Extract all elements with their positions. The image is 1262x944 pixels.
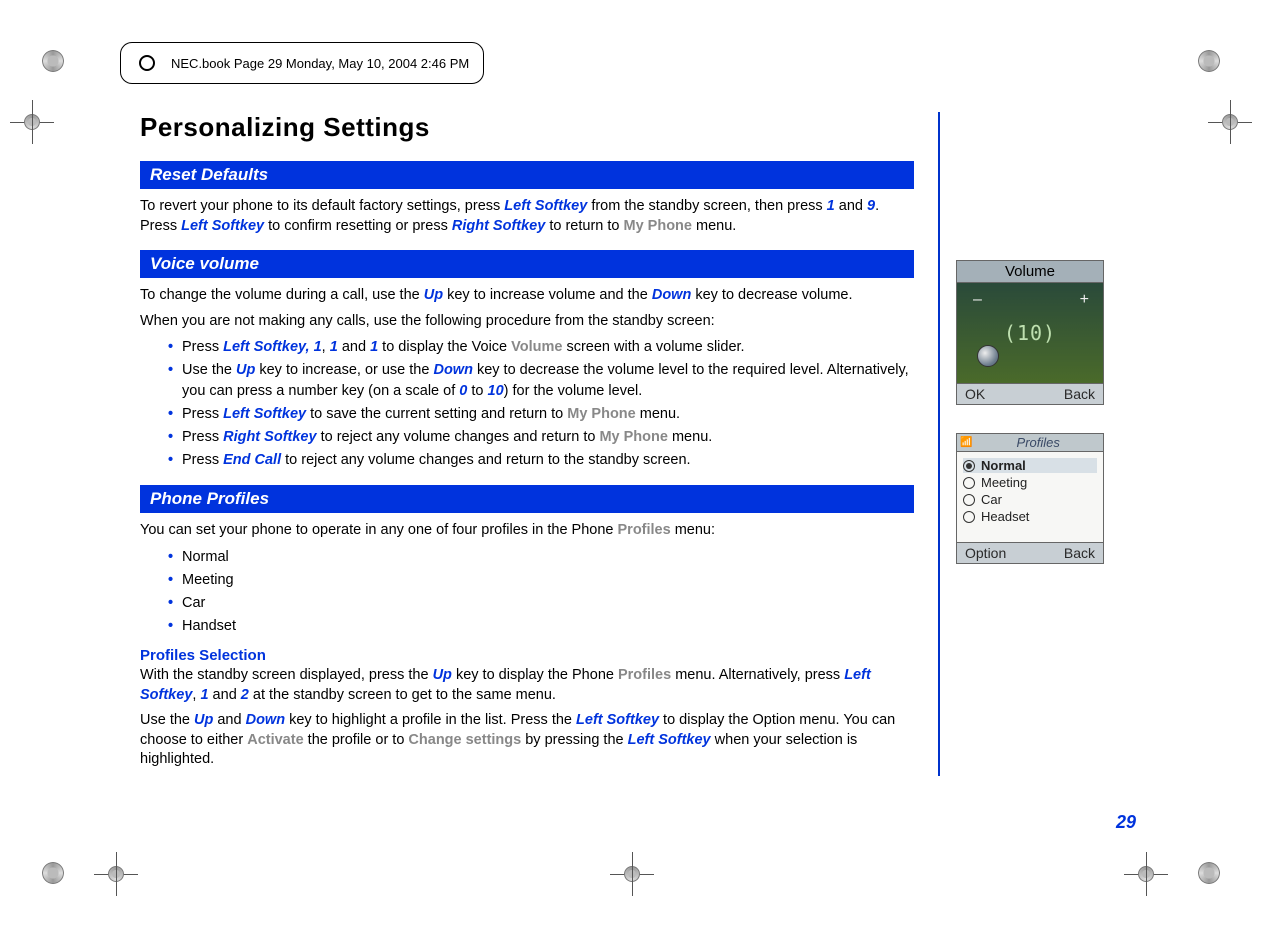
softkey-back: Back (1064, 386, 1095, 402)
voice-p2: When you are not making any calls, use t… (140, 312, 914, 332)
profiles-screenshot: 📶 Profiles Normal Meeting Car Headset Op… (956, 433, 1104, 564)
list-item: Meeting (168, 570, 914, 591)
profile-option: Normal (981, 458, 1026, 473)
list-item: Press End Call to reject any volume chan… (168, 450, 914, 471)
voice-steps-list: Press Left Softkey, 1, 1 and 1 to displa… (168, 337, 914, 471)
page-number: 29 (1116, 812, 1136, 833)
softkey-back: Back (1064, 545, 1095, 561)
framemaker-header: NEC.book Page 29 Monday, May 10, 2004 2:… (120, 42, 484, 84)
list-item: Normal (168, 547, 914, 568)
profiles-p1: You can set your phone to operate in any… (140, 521, 914, 541)
signal-icon: 📶 (960, 437, 972, 448)
profile-option: Car (981, 492, 1002, 507)
profiles-selection-subhead: Profiles Selection (140, 647, 914, 664)
profiles-p2: With the standby screen displayed, press… (140, 666, 914, 705)
list-item: Press Left Softkey, 1, 1 and 1 to displa… (168, 337, 914, 358)
register-mark-icon (1208, 100, 1252, 144)
section-voice-volume: Voice volume (140, 250, 914, 278)
radio-icon (963, 494, 975, 506)
plus-icon: + (1080, 291, 1089, 309)
screenshot-column: Volume – + (10) OK Back 📶 Profiles Norma… (940, 112, 1100, 584)
register-mark-icon (94, 852, 138, 896)
volume-body: – + (10) (957, 283, 1103, 383)
page-title: Personalizing Settings (140, 112, 914, 143)
register-mark-icon (10, 100, 54, 144)
list-item: Press Left Softkey to save the current s… (168, 404, 914, 425)
profiles-body: Normal Meeting Car Headset (957, 452, 1103, 542)
profiles-title: Profiles (976, 435, 1100, 450)
section-reset-defaults: Reset Defaults (140, 161, 914, 189)
sun-icon (135, 51, 159, 75)
softkey-option: Option (965, 545, 1006, 561)
profile-option: Meeting (981, 475, 1027, 490)
profiles-p3: Use the Up and Down key to highlight a p… (140, 711, 914, 770)
main-content: Personalizing Settings Reset Defaults To… (140, 112, 940, 776)
radio-icon (963, 511, 975, 523)
volume-knob-icon (977, 345, 999, 367)
reset-paragraph: To revert your phone to its default fact… (140, 197, 914, 236)
print-mark-icon (42, 862, 64, 884)
list-item: Use the Up key to increase, or use the D… (168, 360, 914, 402)
softkey-ok: OK (965, 386, 985, 402)
register-mark-icon (610, 852, 654, 896)
list-item: Press Right Softkey to reject any volume… (168, 427, 914, 448)
radio-selected-icon (963, 460, 975, 472)
list-item: Car (168, 593, 914, 614)
minus-icon: – (973, 291, 982, 309)
print-mark-icon (42, 50, 64, 72)
list-item: Handset (168, 616, 914, 637)
radio-icon (963, 477, 975, 489)
voice-p1: To change the volume during a call, use … (140, 286, 914, 306)
register-mark-icon (1124, 852, 1168, 896)
profile-option: Headset (981, 509, 1029, 524)
section-phone-profiles: Phone Profiles (140, 485, 914, 513)
volume-screenshot: Volume – + (10) OK Back (956, 260, 1104, 405)
volume-title: Volume (957, 261, 1103, 283)
volume-value: (10) (1000, 321, 1060, 345)
print-mark-icon (1198, 862, 1220, 884)
print-mark-icon (1198, 50, 1220, 72)
profiles-list: Normal Meeting Car Handset (168, 547, 914, 637)
header-text: NEC.book Page 29 Monday, May 10, 2004 2:… (171, 56, 469, 71)
